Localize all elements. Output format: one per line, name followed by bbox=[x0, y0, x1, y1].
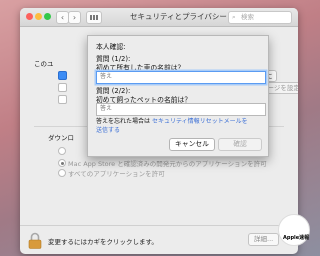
site-watermark: Apple速報 bbox=[278, 214, 310, 246]
close-button[interactable] bbox=[26, 13, 33, 20]
window-title: セキュリティとプライバシー bbox=[130, 12, 227, 21]
preferences-window: ‹ › セキュリティとプライバシー ⌕ 検索 このユ 秒後に メッセージを設定.… bbox=[20, 8, 298, 254]
search-icon: ⌕ bbox=[232, 13, 236, 21]
identity-verification-sheet: 本人確認: 質問 (1/2): 初めて所有した車の名前は？ 質問 (2/2): … bbox=[87, 35, 269, 157]
minimize-button[interactable] bbox=[35, 13, 42, 20]
zoom-button[interactable] bbox=[44, 13, 51, 20]
lock-status-text: 変更するにはカギをクリックします。 bbox=[48, 238, 158, 246]
answer-2-field[interactable] bbox=[96, 103, 266, 116]
reset-email-link[interactable]: セキュリティ情報リセットメールを bbox=[152, 118, 248, 125]
radio-anywhere-label: すべてのアプリケーションを許可 bbox=[68, 170, 165, 178]
search-field[interactable]: ⌕ 検索 bbox=[228, 11, 292, 24]
radio-app-store-developers-label: Mac App Store と確認済みの開発元からのアプリケーションを許可 bbox=[68, 160, 267, 168]
show-all-button[interactable] bbox=[86, 11, 102, 24]
radio-app-store[interactable] bbox=[58, 147, 66, 155]
cancel-button[interactable]: キャンセル bbox=[169, 138, 215, 151]
sheet-heading: 本人確認: bbox=[96, 43, 126, 51]
search-placeholder: 検索 bbox=[241, 13, 254, 21]
watermark-label: Apple速報 bbox=[283, 235, 310, 241]
forgot-answers-hint: 答えを忘れた場合は セキュリティ情報リセットメールを 送信する bbox=[96, 117, 261, 135]
title-bar: ‹ › セキュリティとプライバシー ⌕ 検索 bbox=[20, 8, 298, 27]
require-password-checkbox[interactable] bbox=[58, 71, 67, 80]
send-link[interactable]: 送信する bbox=[96, 127, 120, 134]
hint-prefix: 答えを忘れた場合は bbox=[96, 118, 151, 125]
download-section-label: ダウンロ bbox=[48, 134, 74, 142]
lock-icon[interactable] bbox=[28, 232, 42, 249]
answer-1-field[interactable] bbox=[96, 71, 266, 84]
disable-auto-login-checkbox[interactable] bbox=[58, 95, 67, 104]
footer: 変更するにはカギをクリックします。 詳細... bbox=[20, 225, 298, 254]
radio-anywhere[interactable] bbox=[58, 169, 66, 177]
chevron-right-icon: › bbox=[72, 13, 77, 22]
chevron-left-icon: ‹ bbox=[60, 13, 65, 22]
pane-label: このユ bbox=[34, 60, 54, 68]
radio-app-store-developers[interactable] bbox=[58, 159, 66, 167]
advanced-button[interactable]: 詳細... bbox=[248, 233, 280, 246]
confirm-button[interactable]: 確認 bbox=[218, 138, 262, 151]
forward-button[interactable]: › bbox=[68, 11, 81, 24]
show-message-checkbox[interactable] bbox=[58, 83, 67, 92]
